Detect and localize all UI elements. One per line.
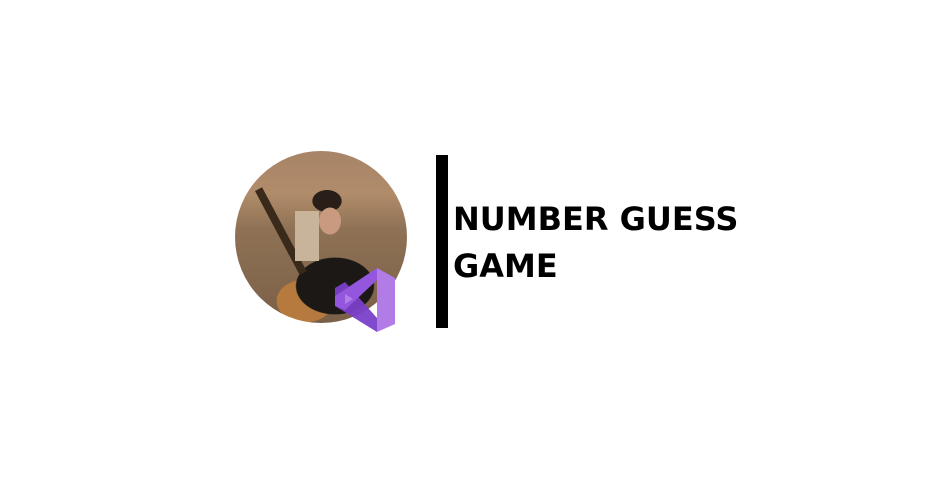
- divider-bar: [436, 155, 448, 328]
- title-line-2: GAME: [453, 247, 558, 285]
- page-title: NUMBER GUESS GAME: [453, 196, 738, 290]
- title-line-1: NUMBER GUESS: [453, 200, 739, 238]
- visual-studio-logo-icon: [335, 268, 395, 332]
- background-door: [295, 211, 319, 261]
